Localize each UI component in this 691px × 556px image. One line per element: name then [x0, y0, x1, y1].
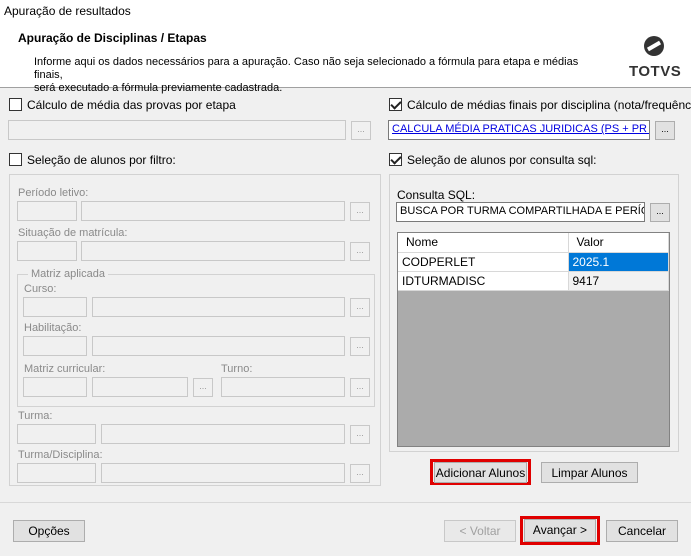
footer-divider — [0, 502, 691, 503]
voltar-button: < Voltar — [444, 520, 516, 542]
matriz-aplicada-label: Matriz aplicada — [28, 268, 108, 280]
habilitacao-label: Habilitação: — [24, 322, 82, 334]
description-line-1: Informe aqui os dados necessários para a… — [34, 56, 579, 81]
consulta-sql-field[interactable]: BUSCA POR TURMA COMPARTILHADA E PERÍODO — [396, 202, 645, 222]
matriz-curricular-desc-field — [92, 377, 188, 397]
matriz-curricular-lookup-button: ... — [193, 378, 213, 397]
selecao-filtro-label: Seleção de alunos por filtro: — [27, 153, 176, 167]
curso-label: Curso: — [24, 283, 57, 295]
calc-medias-finais-label: Cálculo de médias finais por disciplina … — [407, 98, 691, 112]
parameters-table[interactable]: Nome Valor CODPERLET 2025.1 IDTURMADISC … — [398, 233, 669, 291]
matriz-curricular-code-field — [23, 377, 87, 397]
curso-desc-field — [92, 297, 345, 317]
avancar-button[interactable]: Avançar > — [524, 519, 596, 542]
curso-code-field — [23, 297, 87, 317]
situacao-matricula-desc-field — [81, 241, 345, 261]
adicionar-alunos-button[interactable]: Adicionar Alunos — [434, 462, 527, 483]
totvs-logo-icon — [644, 36, 664, 56]
page-title: Apuração de Disciplinas / Etapas — [18, 31, 207, 45]
turma-disciplina-code-field — [17, 463, 96, 483]
selecao-sql-checkbox[interactable] — [389, 153, 402, 166]
description-line-2: será executado a fórmula previamente cad… — [34, 82, 283, 94]
window-title: Apuração de resultados — [4, 4, 131, 18]
selecao-sql-label: Seleção de alunos por consulta sql: — [407, 153, 597, 167]
totvs-logo-text: TOTVS — [629, 63, 682, 80]
turma-desc-field — [101, 424, 345, 444]
title-bar: Apuração de resultados — [0, 0, 691, 22]
turma-lookup-button: ... — [350, 425, 370, 444]
limpar-alunos-button[interactable]: Limpar Alunos — [541, 462, 638, 483]
opcoes-button[interactable]: Opções — [13, 520, 85, 542]
wizard-header: Apuração de Disciplinas / Etapas Informe… — [0, 22, 691, 94]
turma-disciplina-label: Turma/Disciplina: — [18, 449, 103, 461]
row-nome-cell[interactable]: CODPERLET — [398, 252, 569, 272]
formula-etapa-lookup-button: ... — [351, 121, 371, 140]
turma-label: Turma: — [18, 410, 53, 422]
habilitacao-desc-field — [92, 336, 345, 356]
calc-medias-finais-checkbox[interactable] — [389, 98, 402, 111]
consulta-sql-lookup-button[interactable]: ... — [650, 203, 670, 222]
situacao-matricula-code-field — [17, 241, 77, 261]
periodo-letivo-label: Período letivo: — [18, 187, 89, 199]
turma-code-field — [17, 424, 96, 444]
selecao-filtro-checkbox[interactable] — [9, 153, 22, 166]
periodo-letivo-lookup-button: ... — [350, 202, 370, 221]
periodo-letivo-code-field — [17, 201, 77, 221]
turno-lookup-button: ... — [350, 378, 370, 397]
table-row[interactable]: IDTURMADISC 9417 — [398, 271, 669, 291]
consulta-sql-value: BUSCA POR TURMA COMPARTILHADA E PERÍODO — [400, 205, 645, 217]
formula-medias-finais-field[interactable]: CALCULA MÉDIA PRATICAS JURIDICAS (PS + P… — [388, 120, 650, 140]
situacao-matricula-lookup-button: ... — [350, 242, 370, 261]
turma-disciplina-lookup-button: ... — [350, 464, 370, 483]
formula-medias-finais-link[interactable]: CALCULA MÉDIA PRATICAS JURIDICAS (PS + P… — [392, 123, 649, 135]
calc-media-provas-label: Cálculo de média das provas por etapa — [27, 98, 236, 112]
habilitacao-lookup-button: ... — [350, 337, 370, 356]
calc-media-provas-checkbox[interactable] — [9, 98, 22, 111]
row-valor-cell[interactable]: 9417 — [568, 271, 669, 291]
column-header-nome[interactable]: Nome — [398, 233, 569, 253]
curso-lookup-button: ... — [350, 298, 370, 317]
page-description: Informe aqui os dados necessários para a… — [34, 56, 604, 95]
formula-medias-finais-lookup-button[interactable]: ... — [655, 121, 675, 140]
cancelar-button[interactable]: Cancelar — [606, 520, 678, 542]
periodo-letivo-desc-field — [81, 201, 345, 221]
row-valor-cell[interactable]: 2025.1 — [568, 252, 669, 272]
consulta-sql-label: Consulta SQL: — [397, 188, 476, 202]
row-nome-cell[interactable]: IDTURMADISC — [398, 271, 569, 291]
turma-disciplina-desc-field — [101, 463, 345, 483]
habilitacao-code-field — [23, 336, 87, 356]
formula-etapa-field — [8, 120, 346, 140]
turno-field — [221, 377, 345, 397]
table-row[interactable]: CODPERLET 2025.1 — [398, 252, 669, 272]
turno-label: Turno: — [221, 363, 253, 375]
matriz-curricular-label: Matriz curricular: — [24, 363, 106, 375]
column-header-valor[interactable]: Valor — [568, 233, 669, 253]
situacao-matricula-label: Situação de matrícula: — [18, 227, 128, 239]
